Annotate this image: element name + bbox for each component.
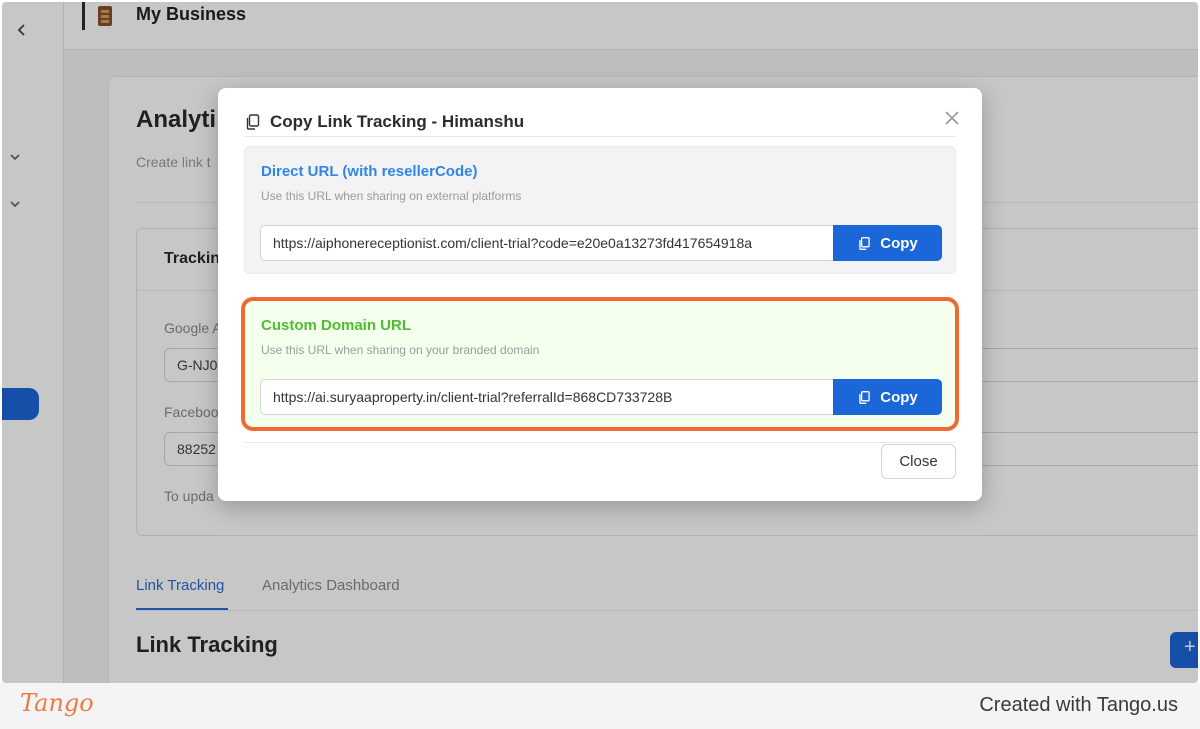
copy-direct-url-button[interactable]: Copy bbox=[833, 225, 942, 261]
modal-title: Copy Link Tracking - Himanshu bbox=[270, 112, 525, 131]
copy-icon bbox=[246, 114, 260, 130]
custom-domain-url-input[interactable] bbox=[260, 379, 833, 415]
custom-url-row: Copy bbox=[260, 379, 942, 415]
direct-url-row: Copy bbox=[260, 225, 942, 261]
custom-domain-title: Custom Domain URL bbox=[261, 317, 411, 334]
modal-divider bbox=[244, 136, 956, 137]
custom-domain-section: Custom Domain URL Use this URL when shar… bbox=[244, 300, 956, 428]
direct-url-title: Direct URL (with resellerCode) bbox=[261, 163, 478, 180]
copy-icon bbox=[859, 236, 870, 250]
copy-button-label: Copy bbox=[880, 388, 918, 406]
tango-credit: Created with Tango.us bbox=[979, 694, 1178, 716]
direct-url-section: Direct URL (with resellerCode) Use this … bbox=[244, 146, 956, 274]
custom-domain-description: Use this URL when sharing on your brande… bbox=[261, 343, 540, 357]
tango-footer: Tango Created with Tango.us bbox=[0, 683, 1200, 729]
tango-logo: Tango bbox=[20, 689, 94, 717]
copy-custom-url-button[interactable]: Copy bbox=[833, 379, 942, 415]
copy-link-modal: Copy Link Tracking - Himanshu Direct URL… bbox=[218, 88, 982, 501]
copy-icon bbox=[859, 390, 870, 404]
close-button[interactable]: Close bbox=[881, 444, 956, 479]
modal-header: Copy Link Tracking - Himanshu bbox=[244, 112, 524, 132]
copy-button-label: Copy bbox=[880, 234, 918, 252]
direct-url-description: Use this URL when sharing on external pl… bbox=[261, 189, 522, 203]
modal-footer-divider bbox=[244, 442, 956, 443]
direct-url-input[interactable] bbox=[260, 225, 833, 261]
close-icon[interactable] bbox=[944, 110, 960, 126]
